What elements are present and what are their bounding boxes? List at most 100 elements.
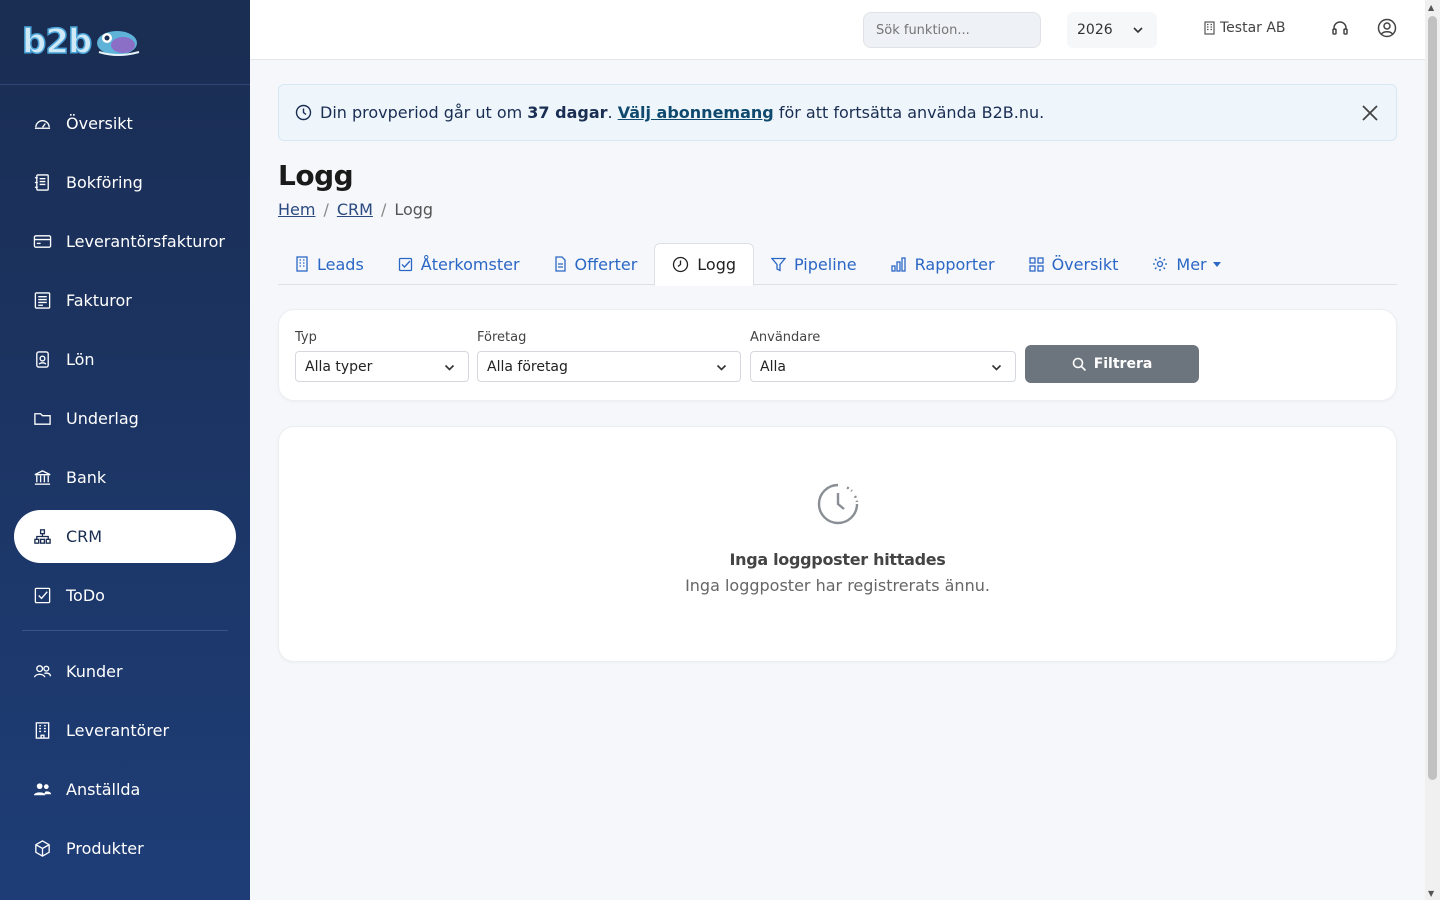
tab-pipeline[interactable]: Pipeline	[754, 243, 874, 285]
crm-tabs: Leads Återkomster Offerter Logg Pipeline…	[278, 243, 1397, 286]
topbar: 2026 Testar AB	[250, 0, 1425, 60]
sidebar-item-label: Översikt	[66, 114, 133, 133]
sidebar-item-label: Leverantörsfakturor	[66, 232, 225, 251]
users-icon	[32, 662, 52, 682]
tab-logg[interactable]: Logg	[654, 243, 754, 286]
diagram-icon	[32, 527, 52, 547]
sidebar-item-produkter[interactable]: Produkter	[14, 822, 236, 875]
building-icon	[1204, 21, 1215, 35]
sidebar-item-bokforing[interactable]: Bokföring	[14, 156, 236, 209]
sidebar-item-bank[interactable]: Bank	[14, 451, 236, 504]
invoice-icon	[32, 291, 52, 311]
chevron-down-icon	[716, 364, 727, 371]
sidebar-nav: Översikt Bokföring Leverantörsfakturor F…	[0, 85, 250, 622]
breadcrumb: Hem / CRM / Logg	[278, 200, 1397, 219]
tab-aterkomster[interactable]: Återkomster	[381, 243, 537, 285]
close-icon[interactable]	[1360, 103, 1380, 123]
sidebar-item-kunder[interactable]: Kunder	[14, 645, 236, 698]
scrollbar-thumb[interactable]	[1428, 16, 1437, 780]
sidebar-item-label: Kunder	[66, 662, 123, 681]
file-icon	[554, 256, 566, 272]
tab-mer[interactable]: Mer	[1135, 243, 1237, 285]
sidebar-item-lon[interactable]: Lön	[14, 333, 236, 386]
people-icon	[32, 780, 52, 800]
page-title: Logg	[278, 159, 354, 192]
filter-anvandare-group: Användare Alla	[750, 330, 1016, 382]
logo-text: b2b	[21, 21, 93, 63]
sidebar-item-label: Bank	[66, 468, 107, 487]
sidebar-item-label: CRM	[66, 527, 103, 546]
user-circle-icon[interactable]	[1377, 18, 1397, 38]
filter-anvandare-label: Användare	[750, 330, 821, 345]
scroll-up-icon[interactable]: ▲	[1428, 3, 1434, 12]
sidebar: b2b Översikt Bokföring Leverantörsfaktur…	[0, 0, 250, 900]
sidebar-item-label: Fakturor	[66, 291, 132, 310]
bank-icon	[32, 468, 52, 488]
sidebar-item-fakturor[interactable]: Fakturor	[14, 274, 236, 327]
year-value: 2026	[1077, 22, 1113, 38]
trial-alert: Din provperiod går ut om 37 dagar. Välj …	[278, 84, 1397, 141]
sidebar-item-crm[interactable]: CRM	[14, 510, 236, 563]
sidebar-item-oversikt[interactable]: Översikt	[14, 97, 236, 150]
sidebar-item-todo[interactable]: ToDo	[14, 569, 236, 622]
filter-anvandare-select[interactable]: Alla	[750, 351, 1016, 382]
tab-leads[interactable]: Leads	[278, 243, 381, 285]
breadcrumb-current: Logg	[394, 200, 434, 219]
search-input[interactable]	[863, 12, 1041, 48]
sidebar-item-underlag[interactable]: Underlag	[14, 392, 236, 445]
badge-icon	[32, 350, 52, 370]
filter-typ-select[interactable]: Alla typer	[295, 351, 469, 382]
empty-state-subtitle: Inga loggposter har registrerats ännu.	[685, 576, 990, 595]
building-icon	[32, 721, 52, 741]
journal-icon	[32, 173, 52, 193]
tab-rapporter[interactable]: Rapporter	[874, 243, 1012, 285]
trial-days: 37 dagar	[527, 103, 608, 122]
building-icon	[296, 256, 308, 272]
box-icon	[32, 839, 52, 859]
sidebar-item-label: Lön	[66, 350, 95, 369]
sidebar-item-label: Anställda	[66, 780, 141, 799]
main-content: Din provperiod går ut om 37 dagar. Välj …	[278, 84, 1397, 662]
filter-foretag-select[interactable]: Alla företag	[477, 351, 741, 382]
search-icon	[1072, 357, 1086, 371]
gear-icon	[1153, 257, 1168, 271]
chevron-down-icon	[444, 364, 455, 371]
sidebar-item-label: Leverantörer	[66, 721, 170, 740]
check-square-icon	[32, 586, 52, 606]
bar-chart-icon	[890, 256, 906, 272]
breadcrumb-home[interactable]: Hem	[278, 200, 315, 219]
sidebar-item-label: Produkter	[66, 839, 144, 858]
credit-card-icon	[32, 232, 52, 252]
filter-button[interactable]: Filtrera	[1025, 345, 1199, 383]
caret-down-icon	[1212, 261, 1221, 267]
filter-foretag-label: Företag	[477, 330, 527, 345]
chameleon-logo-icon	[97, 31, 140, 56]
headset-icon[interactable]	[1331, 19, 1349, 37]
funnel-icon	[771, 257, 786, 272]
page-scrollbar[interactable]: ▲ ▼	[1425, 0, 1440, 900]
sidebar-item-leverantorsfakturor[interactable]: Leverantörsfakturor	[14, 215, 236, 268]
check-square-icon	[398, 257, 412, 271]
sidebar-item-anstallda[interactable]: Anställda	[14, 763, 236, 816]
clock-icon	[295, 104, 312, 121]
breadcrumb-separator: /	[380, 200, 387, 219]
sidebar-item-label: Underlag	[66, 409, 139, 428]
scroll-down-icon[interactable]: ▼	[1428, 889, 1434, 898]
tab-oversikt[interactable]: Översikt	[1012, 243, 1136, 285]
tab-offerter[interactable]: Offerter	[537, 243, 655, 285]
chevron-down-icon	[991, 364, 1002, 371]
logo[interactable]: b2b	[0, 0, 250, 85]
gauge-icon	[32, 114, 52, 134]
company-name: Testar AB	[1220, 20, 1286, 36]
year-select[interactable]: 2026	[1067, 12, 1157, 48]
sidebar-item-label: ToDo	[66, 586, 105, 605]
company-switcher[interactable]: Testar AB	[1203, 20, 1286, 36]
sidebar-item-leverantorer[interactable]: Leverantörer	[14, 704, 236, 757]
breadcrumb-crm[interactable]: CRM	[337, 200, 373, 219]
choose-subscription-link[interactable]: Välj abonnemang	[618, 103, 774, 122]
alert-text: Din provperiod går ut om 37 dagar. Välj …	[320, 103, 1045, 122]
sidebar-nav-secondary: Kunder Leverantörer Anställda Produkter	[0, 645, 250, 875]
chevron-down-icon	[1133, 27, 1143, 34]
empty-state: Inga loggposter hittades Inga loggposter…	[278, 426, 1397, 662]
breadcrumb-separator: /	[323, 200, 329, 219]
